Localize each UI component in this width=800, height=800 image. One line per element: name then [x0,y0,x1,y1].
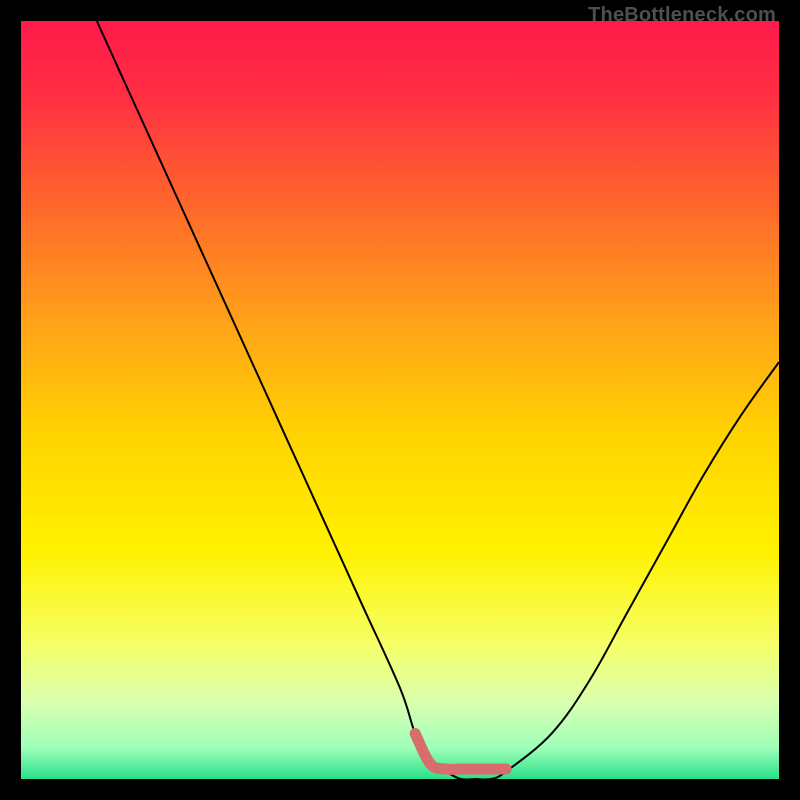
plot-area [21,21,779,779]
chart-svg [21,21,779,779]
gradient-background [21,21,779,779]
chart-stage: TheBottleneck.com [0,0,800,800]
